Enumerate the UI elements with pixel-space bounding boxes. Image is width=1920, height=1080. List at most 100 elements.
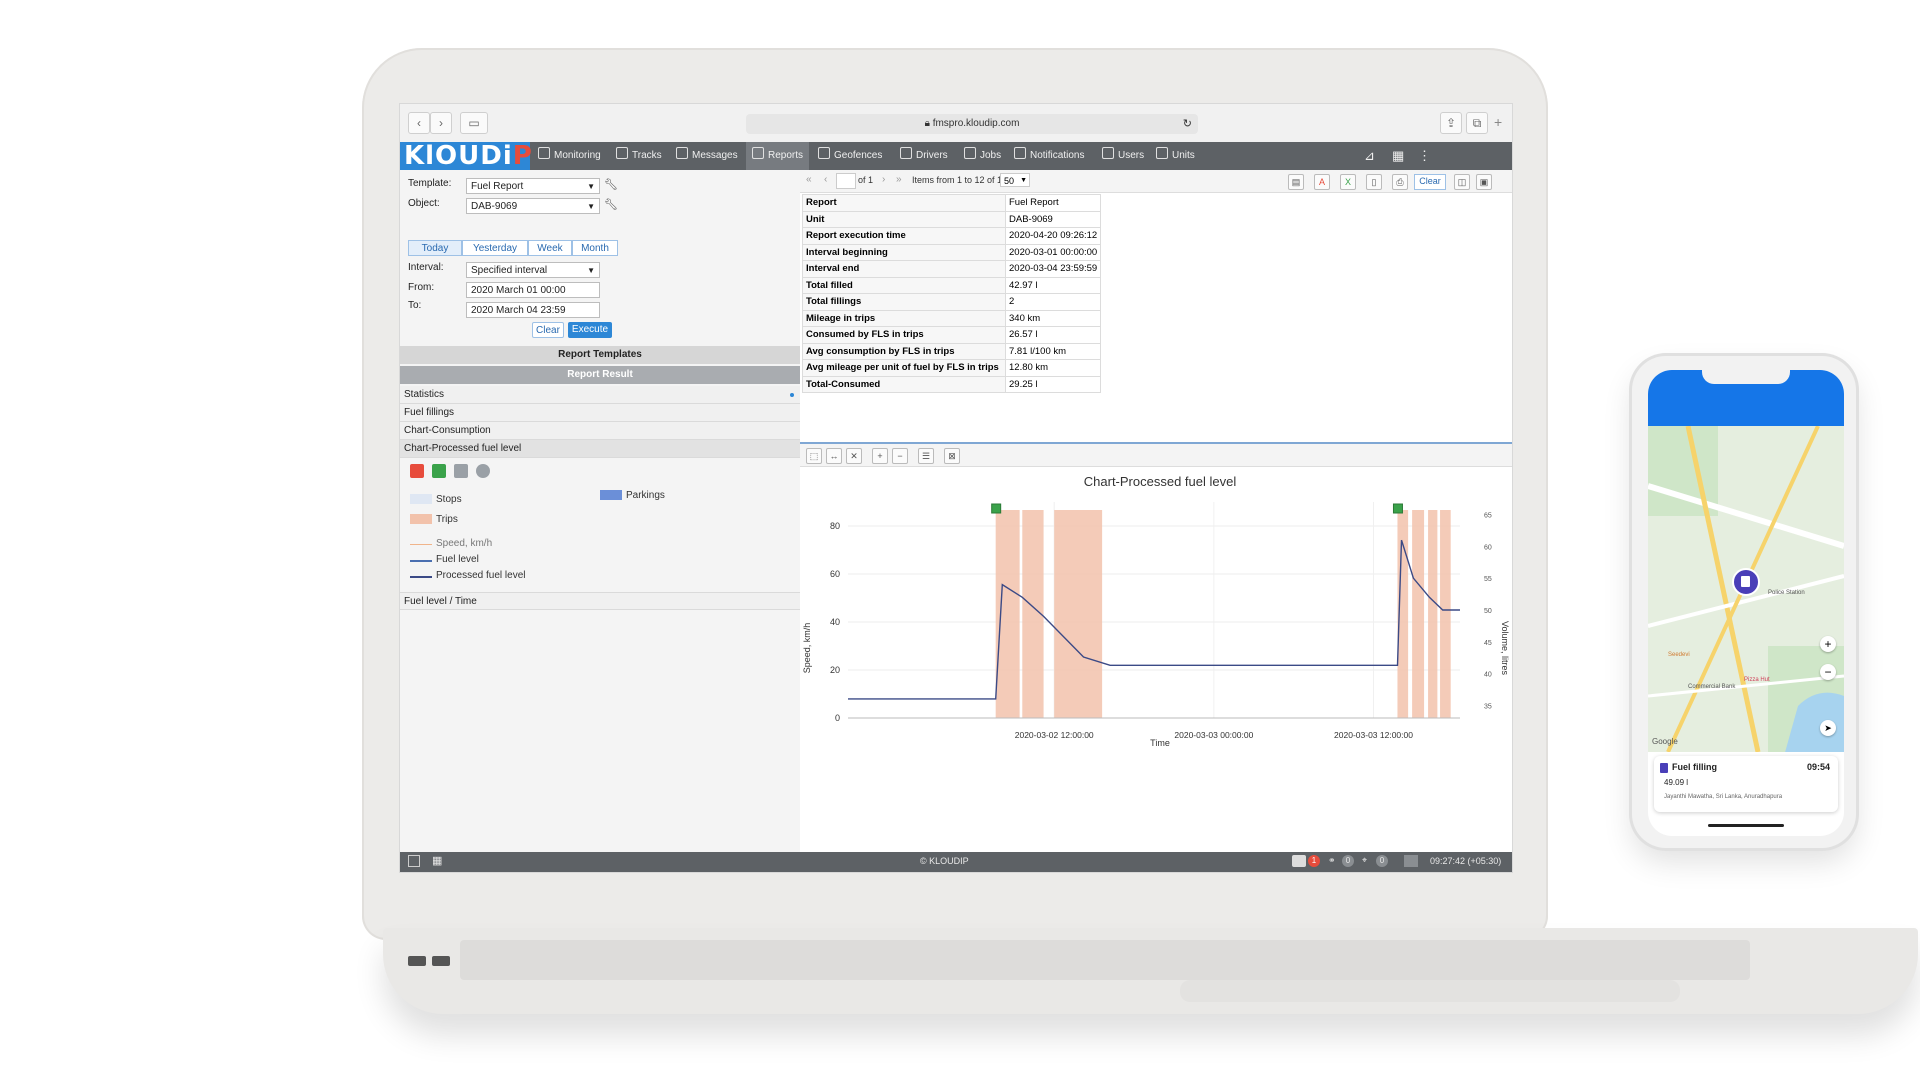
reset-icon[interactable]: ⊠	[944, 448, 960, 464]
legend-fuel-level: Fuel level	[436, 554, 479, 565]
stats-key: Report execution time	[802, 227, 1006, 245]
result-item-chart-consumption[interactable]: Chart-Consumption	[400, 422, 800, 440]
events-icon[interactable]	[1292, 855, 1306, 867]
panel-toggle-icon[interactable]	[408, 855, 420, 867]
more-menu-icon[interactable]: ⋮	[1412, 142, 1437, 170]
image-export-icon[interactable]	[454, 464, 468, 478]
url-bar[interactable]: 🔒︎ fmspro.kloudip.com ↻	[746, 114, 1198, 134]
pdf-export-icon[interactable]	[410, 464, 424, 478]
trip-band	[995, 510, 1020, 718]
tab-week[interactable]: Week	[528, 240, 572, 256]
fit-icon[interactable]: ✕	[846, 448, 862, 464]
map-toggle-icon[interactable]: ◫	[1454, 174, 1470, 190]
apps-grid-icon[interactable]: ▦	[1386, 142, 1410, 170]
clear-button[interactable]: Clear	[532, 322, 564, 338]
forward-button[interactable]: ›	[430, 112, 452, 134]
layout-status-icon[interactable]	[1404, 855, 1418, 867]
last-page-icon[interactable]: »	[896, 174, 902, 185]
filling-marker-icon	[991, 503, 1002, 514]
reload-icon[interactable]: ↻	[1183, 114, 1192, 134]
stats-value: 2020-03-01 00:00:00	[1004, 243, 1102, 261]
select-zoom-icon[interactable]: ⬚	[806, 448, 822, 464]
page-input[interactable]	[836, 173, 856, 189]
tab-month[interactable]: Month	[572, 240, 618, 256]
zoom-out-icon[interactable]: −	[892, 448, 908, 464]
table-icon[interactable]: ☰	[918, 448, 934, 464]
stats-row: Total filled 42.97 l	[802, 276, 1102, 294]
nav-drivers[interactable]: Drivers	[894, 142, 954, 170]
clear-report-button[interactable]: Clear	[1414, 174, 1446, 190]
new-tab-icon[interactable]: +	[1494, 114, 1502, 130]
connection-icon[interactable]: ⚭	[1328, 855, 1336, 866]
nav-jobs[interactable]: Jobs	[958, 142, 1007, 170]
report-templates-header[interactable]: Report Templates	[400, 346, 800, 364]
result-item-chart-processed-fuel[interactable]: Chart-Processed fuel level	[400, 440, 800, 458]
map-zoom-in-button[interactable]: +	[1820, 636, 1836, 652]
fuel-icon	[1660, 763, 1668, 773]
nav-geofences[interactable]: Geofences	[812, 142, 888, 170]
share-icon[interactable]: ⇪	[1440, 112, 1462, 134]
stats-key: Total filled	[802, 276, 1006, 294]
nav-messages[interactable]: Messages	[670, 142, 744, 170]
x-axis-label: Time	[1150, 738, 1170, 748]
tab-yesterday[interactable]: Yesterday	[462, 240, 528, 256]
stats-row: Unit DAB-9069	[802, 210, 1102, 228]
from-input[interactable]: 2020 March 01 00:00	[466, 282, 600, 298]
fuel-filling-card[interactable]: Fuel filling 09:54 49.09 l Jayanthi Mawa…	[1654, 756, 1838, 812]
to-input[interactable]: 2020 March 04 23:59	[466, 302, 600, 318]
nav-tracks[interactable]: Tracks	[610, 142, 668, 170]
file-icon[interactable]: ▯	[1366, 174, 1382, 190]
tabs-icon[interactable]: ⧉	[1466, 112, 1488, 134]
nav-monitoring[interactable]: Monitoring	[532, 142, 607, 170]
card-address: Jayanthi Mawatha, Sri Lanka, Anuradhapur…	[1664, 794, 1783, 800]
wrench-icon[interactable]: 🔧︎	[604, 178, 618, 191]
stats-value: DAB-9069	[1004, 210, 1102, 228]
home-indicator[interactable]	[1708, 824, 1784, 827]
app-nav: KlOUDiP Monitoring Tracks Messages Repor…	[400, 142, 1512, 170]
excel-export-icon[interactable]	[432, 464, 446, 478]
template-select[interactable]: Fuel Report ▼	[466, 178, 600, 194]
first-page-icon[interactable]: «	[806, 174, 812, 185]
fuel-line-swatch	[410, 560, 432, 562]
next-page-icon[interactable]: ›	[882, 174, 885, 185]
right-panel: « ‹ of 1 › » Items from 1 to 12 of 12 50…	[800, 170, 1512, 854]
result-item-fuel-fillings[interactable]: Fuel fillings	[400, 404, 800, 422]
tab-today[interactable]: Today	[408, 240, 462, 256]
result-item-statistics[interactable]: Statistics	[400, 386, 800, 404]
doc-icon[interactable]: ▤	[1288, 174, 1304, 190]
nav-users[interactable]: Users	[1096, 142, 1150, 170]
prev-page-icon[interactable]: ‹	[824, 174, 827, 185]
object-label: Object:	[408, 198, 440, 209]
gps-icon[interactable]: ⌖	[1362, 855, 1367, 866]
pdf-icon[interactable]: A	[1314, 174, 1330, 190]
remove-icon[interactable]	[476, 464, 490, 478]
stats-row: Total fillings 2	[802, 293, 1102, 311]
excel-icon[interactable]: X	[1340, 174, 1356, 190]
nav-units[interactable]: Units	[1150, 142, 1201, 170]
sidebar-toggle-icon[interactable]: ▭	[460, 112, 488, 134]
page-size-select[interactable]: 50 ▼	[1000, 173, 1030, 187]
chart-area: ⬚ ↔ ✕ + − ☰ ⊠ Chart-Processed fuel level…	[800, 442, 1512, 854]
nav-notifications[interactable]: Notifications	[1008, 142, 1090, 170]
users-icon	[1102, 147, 1114, 159]
phone-map[interactable]: Pizza Hut Seedevi Commercial Bank Police…	[1648, 426, 1844, 752]
fuel-chart[interactable]: Chart-Processed fuel level 0 20 40 60 80 35 40…	[800, 468, 1512, 854]
print-icon[interactable]: ⎙	[1392, 174, 1408, 190]
grid-icon[interactable]: ▦	[432, 854, 442, 867]
back-button[interactable]: ‹	[408, 112, 430, 134]
report-result-header[interactable]: Report Result	[400, 366, 800, 384]
map-zoom-out-button[interactable]: −	[1820, 664, 1836, 680]
chart-tool-icon[interactable]: ⊿	[1358, 142, 1381, 170]
result-item-fuel-time[interactable]: Fuel level / Time	[400, 592, 800, 610]
nav-reports[interactable]: Reports	[746, 142, 810, 170]
execute-button[interactable]: Execute	[568, 322, 612, 338]
object-select[interactable]: DAB-9069 ▼	[466, 198, 600, 214]
zoom-in-icon[interactable]: +	[872, 448, 888, 464]
interval-select[interactable]: Specified interval ▼	[466, 262, 600, 278]
kloudip-logo[interactable]: KlOUDiP	[400, 142, 532, 170]
layout-icon[interactable]: ▣	[1476, 174, 1492, 190]
stats-value: 42.97 l	[1004, 276, 1102, 294]
zoom-x-icon[interactable]: ↔	[826, 448, 842, 464]
wrench-icon[interactable]: 🔧︎	[604, 198, 618, 211]
locate-icon[interactable]: ➤	[1820, 720, 1836, 736]
